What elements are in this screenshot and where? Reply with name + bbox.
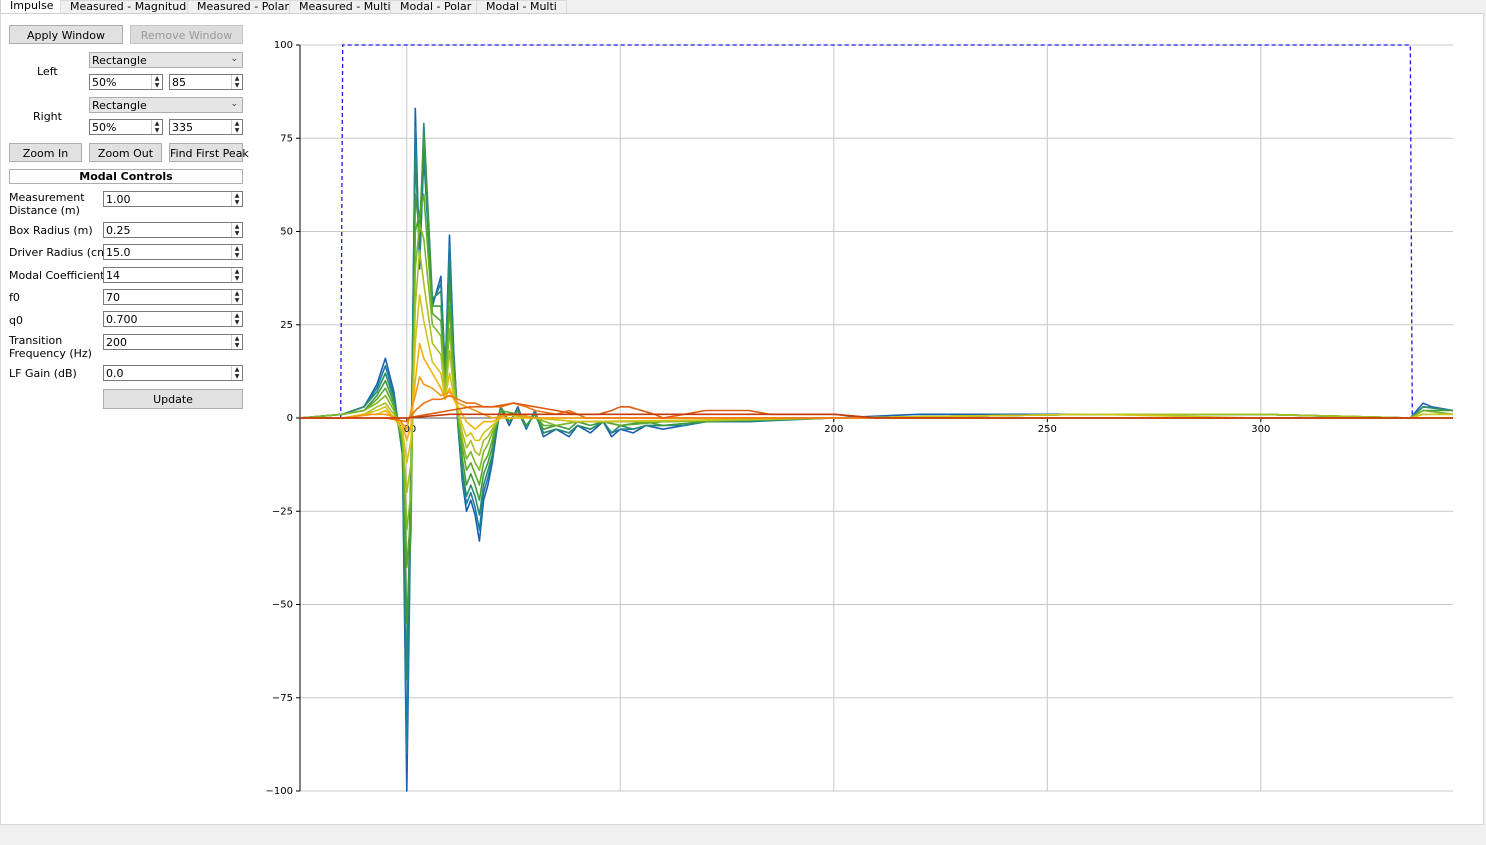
measurement-distance-label: Measurement Distance (m) (9, 191, 85, 217)
lf-gain-value: 0.0 (106, 367, 124, 380)
right-percent-value: 50% (92, 121, 117, 134)
spin-arrows-icon[interactable]: ▲ ▼ (231, 268, 242, 282)
chevron-down-icon: ⌄ (230, 54, 238, 64)
y-tick-label: −75 (272, 693, 293, 704)
modal-coefficients-spinbox[interactable]: 14 ▲ ▼ (103, 267, 243, 283)
right-window-type-value: Rectangle (92, 99, 147, 112)
q0-value: 0.700 (106, 313, 138, 326)
spin-arrows-icon[interactable]: ▲ ▼ (231, 335, 242, 349)
spin-arrows-icon[interactable]: ▲ ▼ (231, 366, 242, 380)
f0-value: 70 (106, 291, 120, 304)
spin-arrows-icon[interactable]: ▲ ▼ (231, 245, 242, 259)
impulse-panel: Apply Window Remove Window Left Rectangl… (0, 13, 1484, 825)
y-tick-label: −100 (266, 786, 293, 797)
transition-frequency-label-line1: Transition (9, 334, 63, 347)
left-position-spinbox[interactable]: 85 ▲ ▼ (169, 74, 243, 90)
right-window-label: Right (33, 110, 62, 123)
transition-frequency-label: Transition Frequency (Hz) (9, 334, 92, 360)
y-tick-label: −50 (272, 600, 293, 611)
q0-label: q0 (9, 314, 23, 327)
transition-frequency-value: 200 (106, 336, 127, 349)
spin-arrows-icon[interactable]: ▲ ▼ (151, 120, 162, 134)
update-button[interactable]: Update (103, 389, 243, 409)
impulse-series-line (299, 107, 1454, 792)
left-percent-spinbox[interactable]: 50% ▲ ▼ (89, 74, 163, 90)
lf-gain-spinbox[interactable]: 0.0 ▲ ▼ (103, 365, 243, 381)
x-tick-label: 250 (1038, 424, 1057, 435)
y-tick-label: 50 (280, 227, 293, 238)
impulse-series-line (299, 126, 1454, 755)
box-radius-spinbox[interactable]: 0.25 ▲ ▼ (103, 222, 243, 238)
y-tick-label: 25 (280, 320, 293, 331)
lf-gain-label: LF Gain (dB) (9, 367, 77, 380)
impulse-series-line (300, 342, 1453, 442)
modal-coefficients-value: 14 (106, 269, 120, 282)
q0-spinbox[interactable]: 0.700 ▲ ▼ (103, 311, 243, 327)
transition-frequency-spinbox[interactable]: 200 ▲ ▼ (103, 334, 243, 350)
x-tick-label: 300 (1251, 424, 1270, 435)
impulse-chart[interactable]: −100−75−50−250255075100100 200 250 300 (256, 30, 1466, 820)
right-position-spinbox[interactable]: 335 ▲ ▼ (169, 119, 243, 135)
tab-measured-magnitude[interactable]: Measured - Magnitude (60, 0, 203, 14)
spin-arrows-icon[interactable]: ▲ ▼ (231, 120, 242, 134)
left-window-type-value: Rectangle (92, 54, 147, 67)
tab-modal-multi[interactable]: Modal - Multi (476, 0, 567, 14)
measurement-distance-value: 1.00 (106, 193, 131, 206)
transition-frequency-label-line2: Frequency (Hz) (9, 347, 92, 360)
modal-controls-title: Modal Controls (9, 169, 243, 184)
spin-arrows-icon[interactable]: ▲ ▼ (231, 312, 242, 326)
measurement-distance-label-line1: Measurement (9, 191, 85, 204)
measurement-distance-spinbox[interactable]: 1.00 ▲ ▼ (103, 191, 243, 207)
left-window-type-select[interactable]: Rectangle ⌄ (89, 52, 243, 68)
right-percent-spinbox[interactable]: 50% ▲ ▼ (89, 119, 163, 135)
f0-label: f0 (9, 291, 20, 304)
tab-impulse[interactable]: Impulse (0, 0, 64, 14)
tab-measured-multi[interactable]: Measured - Multi (289, 0, 401, 14)
tab-bar: Impulse Measured - Magnitude Measured - … (0, 0, 1486, 14)
impulse-series-line (299, 122, 1454, 680)
zoom-out-button[interactable]: Zoom Out (89, 143, 162, 162)
chevron-down-icon: ⌄ (230, 99, 238, 109)
remove-window-button[interactable]: Remove Window (130, 25, 243, 44)
right-window-type-select[interactable]: Rectangle ⌄ (89, 97, 243, 113)
tab-modal-polar[interactable]: Modal - Polar (390, 0, 482, 14)
spin-arrows-icon[interactable]: ▲ ▼ (151, 75, 162, 89)
y-tick-label: 100 (274, 40, 293, 51)
modal-coefficients-label: Modal Coefficients (9, 269, 111, 282)
y-tick-label: 0 (287, 413, 293, 424)
driver-radius-spinbox[interactable]: 15.0 ▲ ▼ (103, 244, 243, 260)
impulse-series-line (299, 223, 1454, 531)
impulse-series-line (300, 294, 1453, 464)
spin-arrows-icon[interactable]: ▲ ▼ (231, 290, 242, 304)
spin-arrows-icon[interactable]: ▲ ▼ (231, 75, 242, 89)
zoom-in-button[interactable]: Zoom In (9, 143, 82, 162)
tab-measured-polar[interactable]: Measured - Polar (187, 0, 299, 14)
box-radius-value: 0.25 (106, 224, 131, 237)
spin-arrows-icon[interactable]: ▲ ▼ (231, 223, 242, 237)
impulse-series-line (299, 133, 1453, 624)
x-tick-label: 200 (824, 424, 843, 435)
right-position-value: 335 (172, 121, 193, 134)
spin-arrows-icon[interactable]: ▲ ▼ (231, 192, 242, 206)
driver-radius-value: 15.0 (106, 246, 131, 259)
left-percent-value: 50% (92, 76, 117, 89)
left-position-value: 85 (172, 76, 186, 89)
driver-radius-label: Driver Radius (cm) (9, 246, 113, 259)
find-first-peak-button[interactable]: Find First Peak (169, 143, 249, 162)
box-radius-label: Box Radius (m) (9, 224, 93, 237)
y-tick-label: 75 (280, 133, 293, 144)
measurement-distance-label-line2: Distance (m) (9, 204, 80, 217)
f0-spinbox[interactable]: 70 ▲ ▼ (103, 289, 243, 305)
y-tick-label: −25 (272, 506, 293, 517)
apply-window-button[interactable]: Apply Window (9, 25, 123, 44)
left-window-label: Left (37, 65, 58, 78)
